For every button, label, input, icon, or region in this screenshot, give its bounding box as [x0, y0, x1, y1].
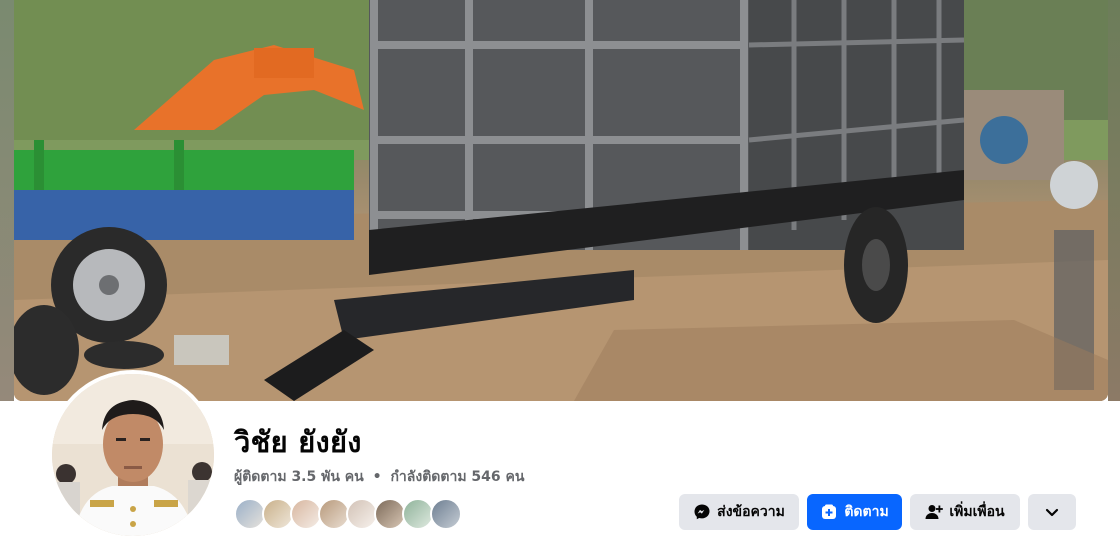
follow-button[interactable]: ติดตาม — [807, 494, 902, 530]
profile-avatar[interactable] — [48, 370, 218, 540]
cover-left-edge — [0, 0, 14, 401]
stats-separator: • — [372, 469, 382, 485]
message-button-label: ส่งข้อความ — [717, 504, 785, 520]
follow-button-label: ติดตาม — [844, 504, 889, 520]
cover-photo-image — [14, 0, 1108, 401]
message-button[interactable]: ส่งข้อความ — [679, 494, 799, 530]
messenger-icon — [693, 503, 711, 521]
profile-avatar-image — [52, 374, 214, 536]
follow-icon — [820, 503, 838, 521]
add-friend-icon — [925, 503, 944, 521]
cover-right-edge — [1108, 0, 1120, 401]
profile-stats: ผู้ติดตาม 3.5 พัน คน • กำลังติดตาม 546 ค… — [234, 467, 524, 487]
add-friend-button-label: เพิ่มเพื่อน — [949, 504, 1005, 520]
more-options-button[interactable] — [1028, 494, 1076, 530]
profile-name: วิชัย ยังยัง — [234, 425, 362, 459]
chevron-down-icon — [1044, 504, 1060, 520]
friend-avatar[interactable] — [430, 498, 462, 530]
following-link[interactable]: กำลังติดตาม 546 คน — [390, 469, 524, 485]
add-friend-button[interactable]: เพิ่มเพื่อน — [910, 494, 1020, 530]
followers-link[interactable]: ผู้ติดตาม 3.5 พัน คน — [234, 469, 364, 485]
cover-photo[interactable] — [14, 0, 1108, 401]
friends-preview — [234, 498, 462, 530]
profile-page: วิชัย ยังยัง ผู้ติดตาม 3.5 พัน คน • กำลั… — [0, 0, 1120, 555]
